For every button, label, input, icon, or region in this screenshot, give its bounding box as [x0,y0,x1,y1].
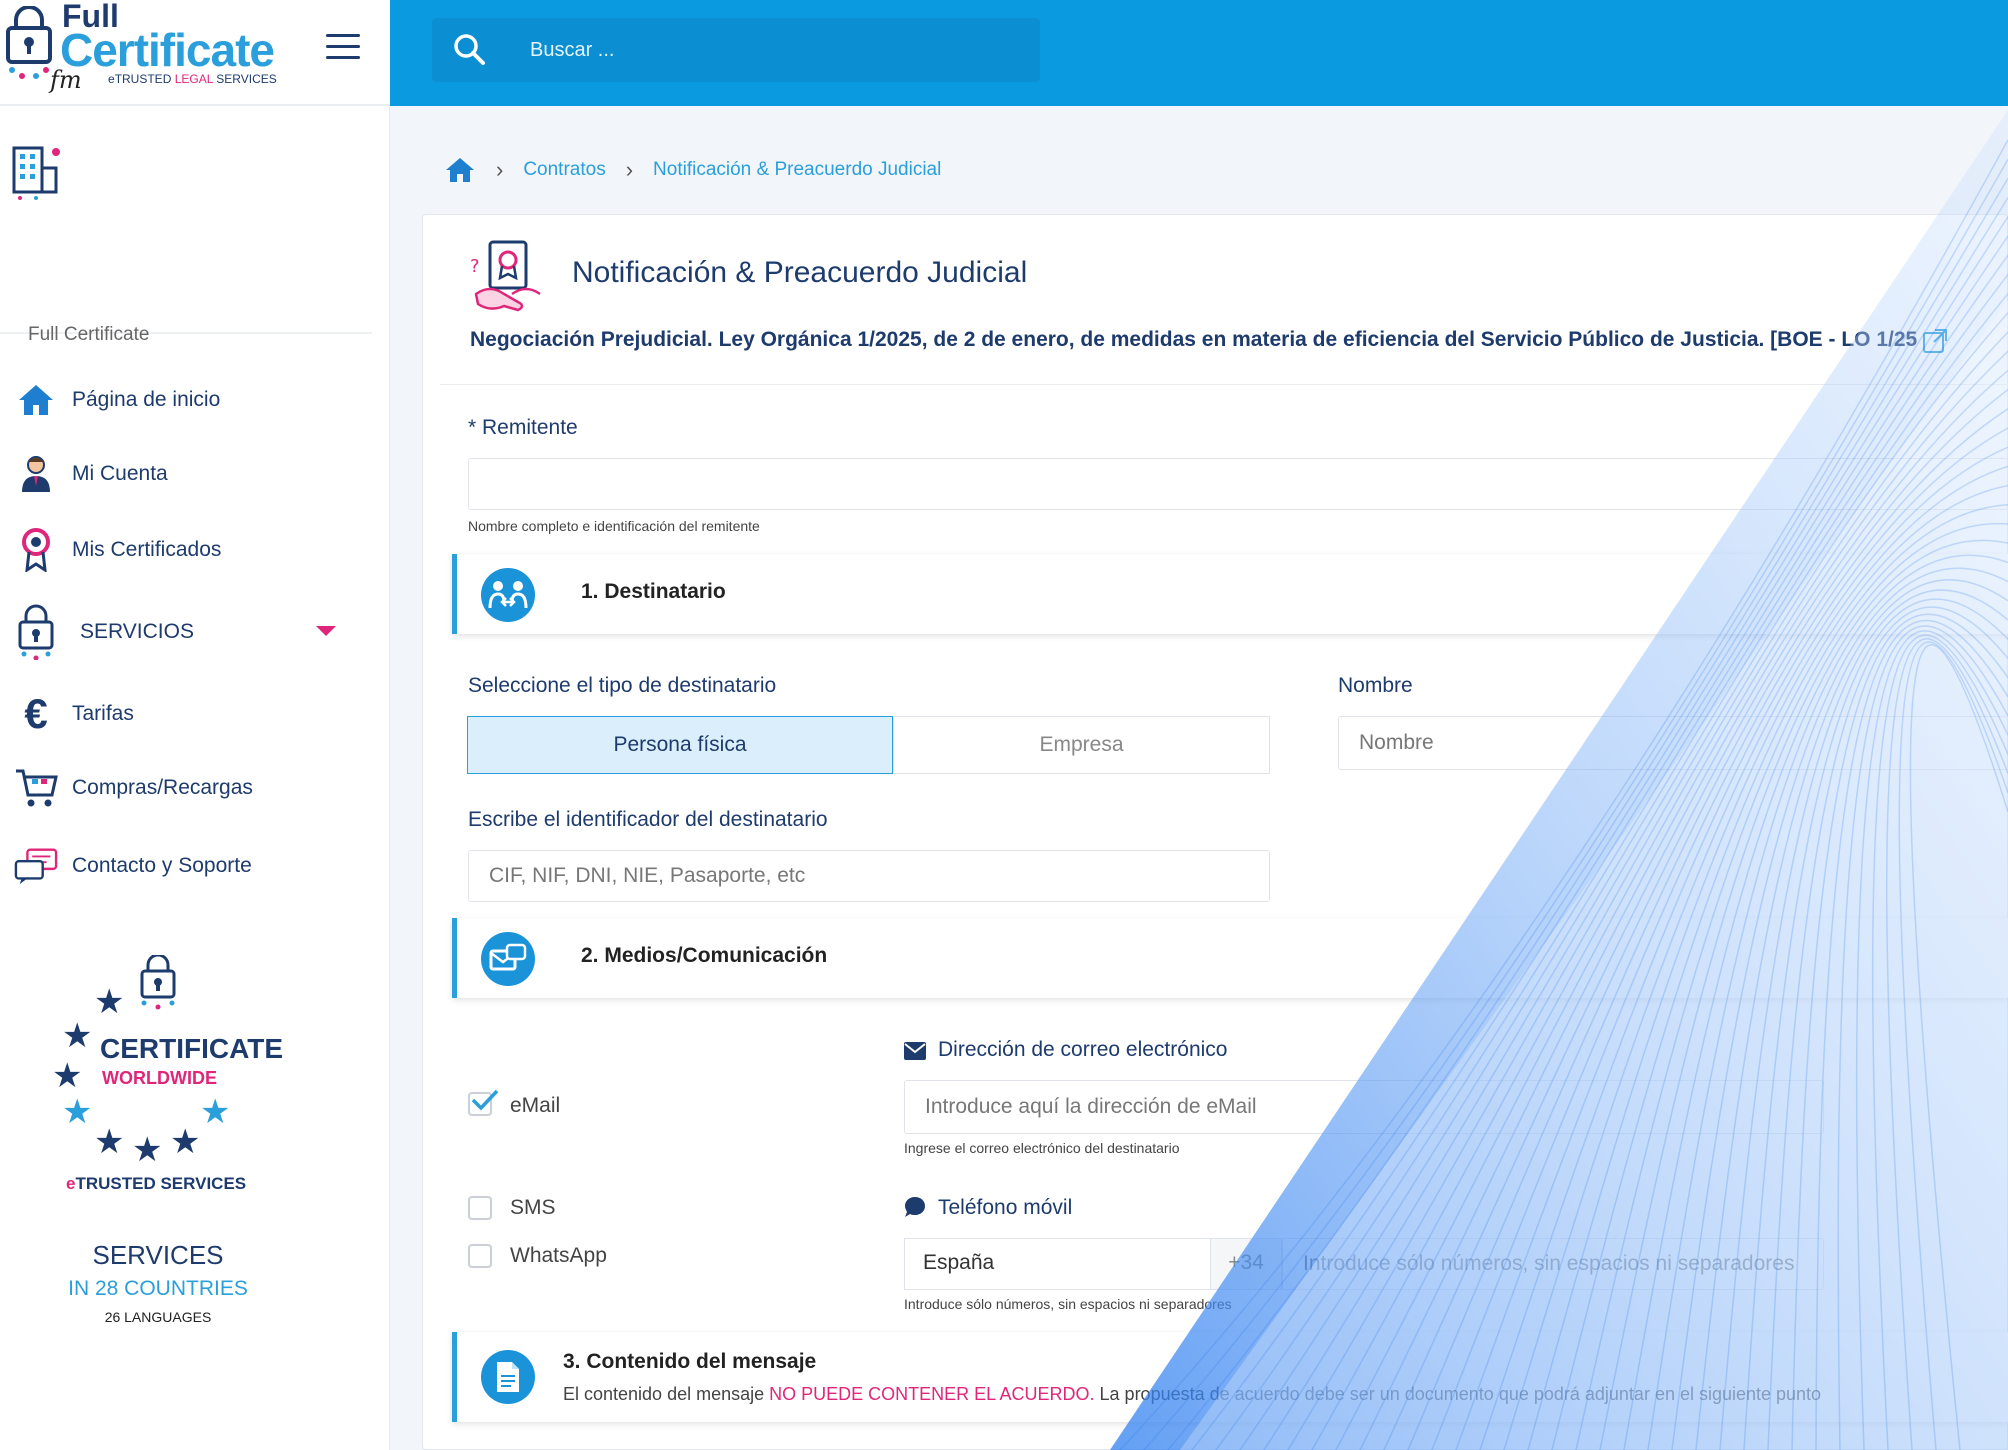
svg-text:★: ★ [62,1092,92,1132]
section-title: 3. Contenido del mensaje [563,1350,817,1373]
section-medios-comunicacion[interactable]: 2. Medios/Comunicación [452,918,2008,998]
section-title: 2. Medios/Comunicación [581,944,828,967]
svg-text:★: ★ [170,1122,200,1162]
people-exchange-icon [481,568,535,622]
badge-services: SERVICES [92,1240,224,1270]
whatsapp-channel-label: WhatsApp [510,1244,607,1267]
svg-text:★: ★ [62,1016,92,1056]
dial-code: +34 [1210,1238,1282,1290]
hamburger-menu-icon[interactable] [326,34,360,62]
badge-worldwide: WORLDWIDE [102,1068,217,1088]
phone-input[interactable] [1282,1238,1824,1290]
external-link-icon[interactable] [1922,328,1948,354]
support-chat-icon [14,844,58,888]
chat-bubble-icon [905,1197,925,1217]
servicios-expand-caret-icon[interactable] [316,626,336,636]
svg-text:★: ★ [94,1122,124,1162]
envelope-icon [904,1042,926,1060]
search-input[interactable] [530,34,1010,66]
nav-label: Compras/Recargas [72,776,253,799]
services-lock-icon [14,604,58,660]
country-select[interactable]: España [904,1238,1210,1290]
nav-item-home[interactable]: Página de inicio [14,378,220,422]
phone-help: Introduce sólo números, sin espacios ni … [904,1296,1232,1312]
breadcrumb-item-current[interactable]: Notificación & Preacuerdo Judicial [653,159,941,181]
nav-label: Página de inicio [72,388,221,411]
segment-persona-fisica[interactable]: Persona física [467,716,893,774]
tipo-destinatario-label: Seleccione el tipo de destinatario [468,674,777,697]
nav-label: Contacto y Soporte [72,854,252,877]
remitente-help: Nombre completo e identificación del rem… [468,518,760,534]
email-channel-label: eMail [510,1094,561,1117]
cart-icon [14,766,58,810]
award-icon [14,528,58,572]
chevron-right-icon: › [625,157,634,182]
org-name: Full Certificate [28,324,150,345]
section-contenido-mensaje[interactable]: 3. Contenido del mensaje El contenido de… [452,1332,2008,1422]
nombre-label: Nombre [1338,674,1413,697]
home-icon[interactable] [444,156,476,184]
segment-empresa[interactable]: Empresa [893,716,1270,774]
checkmark-icon [471,1089,499,1111]
nombre-input[interactable] [1338,716,2008,770]
nav-item-servicios[interactable]: SERVICIOS [14,604,194,660]
svg-text:★: ★ [132,1130,162,1170]
page-subtitle: Negociación Prejudicial. Ley Orgánica 1/… [470,328,1918,351]
remitente-label: * Remitente [468,416,578,439]
nav-label: SERVICIOS [80,620,194,643]
sms-channel-label: SMS [510,1196,556,1219]
whatsapp-checkbox[interactable] [468,1244,492,1268]
section-title: 1. Destinatario [581,580,726,603]
divider [440,384,2008,385]
handshake-contract-icon: ? [470,240,541,312]
document-icon [481,1350,535,1404]
nav-label: Mis Certificados [72,538,222,561]
identificador-input[interactable] [468,850,1270,902]
building-icon [12,146,60,200]
sidebar: Full Certificate fm eTRUSTED LEGAL SERVI… [0,0,390,1450]
svg-text:?: ? [470,256,480,277]
email-help: Ingrese el correo electrónico del destin… [904,1140,1180,1156]
logo[interactable]: Full Certificate fm eTRUSTED LEGAL SERVI… [0,0,390,106]
search-box[interactable] [432,18,1040,82]
badge-countries: IN 28 COUNTRIES [68,1277,248,1300]
badge-certificate: CERTIFICATE [100,1033,284,1064]
page-title: Notificación & Preacuerdo Judicial [572,256,1028,289]
svg-text:★: ★ [94,982,124,1022]
section-destinatario[interactable]: 1. Destinatario [452,554,2008,634]
badge-languages: 26 LANGUAGES [104,1309,212,1325]
sms-checkbox[interactable] [468,1196,492,1220]
user-icon [14,452,58,496]
logo-tagline: eTRUSTED LEGAL SERVICES [108,72,277,86]
logo-line2: Certificate [60,24,275,76]
section3-description: El contenido del mensaje NO PUEDE CONTEN… [563,1384,1822,1404]
nav-label: Mi Cuenta [72,462,168,485]
nav-item-tarifas[interactable]: € Tarifas [14,690,134,737]
svg-text:★: ★ [52,1056,82,1096]
logo-signature: fm [50,66,82,94]
nav-item-mis-certificados[interactable]: Mis Certificados [14,528,221,572]
identificador-label: Escribe el identificador del destinatari… [468,808,828,831]
nav-label: Tarifas [72,702,134,725]
breadcrumb: › Contratos › Notificación & Preacuerdo … [444,152,941,188]
home-icon [14,378,58,422]
email-address-label: Dirección de correo electrónico [938,1038,1228,1061]
breadcrumb-item-contratos[interactable]: Contratos [523,159,605,181]
chevron-right-icon: › [496,157,504,182]
svg-text:★: ★ [200,1092,230,1132]
envelope-chat-icon [481,932,535,986]
phone-label: Teléfono móvil [938,1196,1073,1219]
topbar [390,0,2008,106]
org-block: Full Certificate [0,106,372,345]
nav-item-contacto-soporte[interactable]: Contacto y Soporte [14,844,252,888]
logo-lock-icon [6,6,52,79]
nav-item-mi-cuenta[interactable]: Mi Cuenta [14,452,168,496]
euro-icon: € [24,690,48,737]
search-icon[interactable] [452,32,486,66]
email-input[interactable] [904,1080,1824,1134]
nav-item-compras-recargas[interactable]: Compras/Recargas [14,766,253,810]
remitente-input[interactable] [468,458,2008,510]
badge-trusted-services: eTRUSTED SERVICES [66,1174,247,1193]
